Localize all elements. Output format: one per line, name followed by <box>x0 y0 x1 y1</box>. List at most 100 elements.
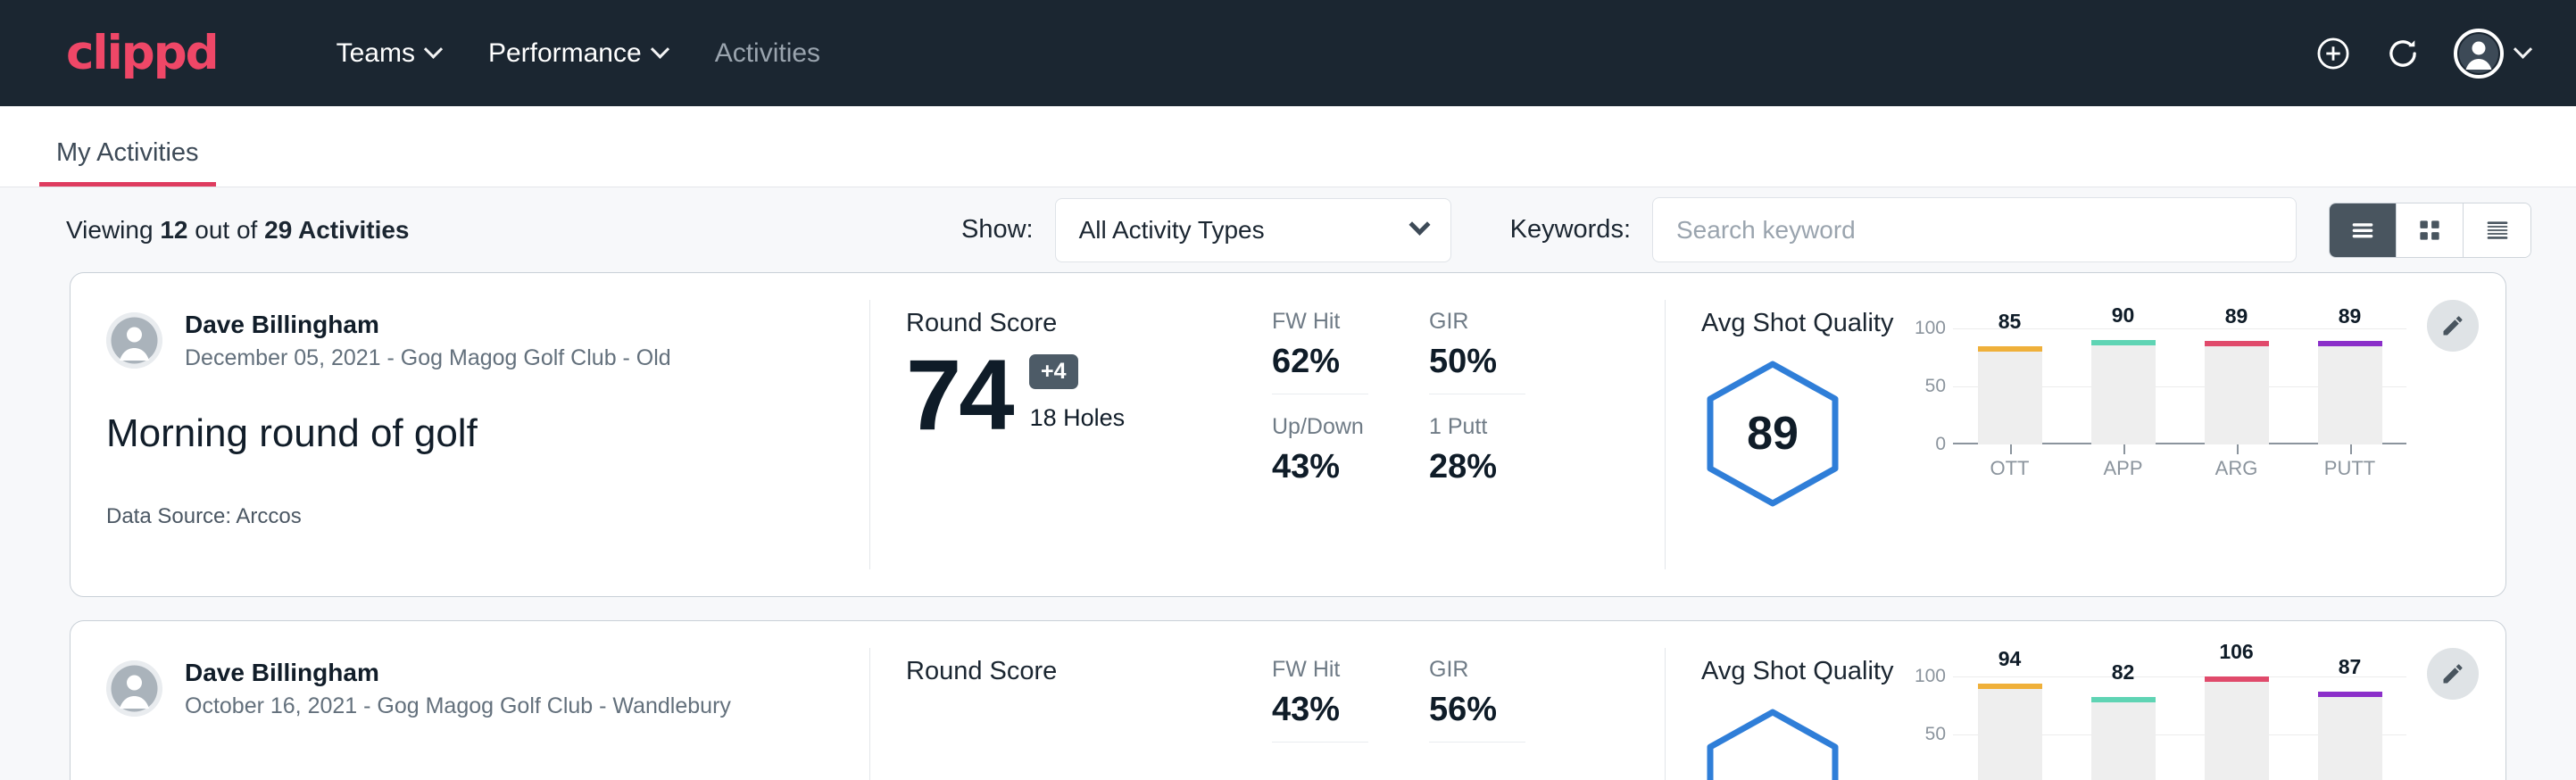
edit-activity-button[interactable] <box>2427 300 2479 352</box>
round-score-section: Round Score <box>870 621 1254 780</box>
round-score-heading: Round Score <box>906 657 1254 686</box>
tab-my-activities-label: My Activities <box>56 138 199 167</box>
round-score-value: 74 <box>906 349 1012 441</box>
y-tick-50: 50 <box>1907 376 1946 397</box>
viewing-prefix: Viewing <box>66 216 154 244</box>
bar-value-putt: 87 <box>2318 655 2382 679</box>
bar-column-arg: 89 <box>2205 328 2269 444</box>
stat-gir: GIR 56% <box>1429 657 1525 743</box>
score-differential-badge: +4 <box>1029 354 1078 389</box>
nav-item-performance[interactable]: Performance <box>464 38 691 69</box>
bar-value-arg: 106 <box>2205 640 2269 664</box>
plus-circle-icon <box>2314 35 2352 72</box>
x-label-ott: OTT <box>1978 457 2042 480</box>
holes-played: 18 Holes <box>1030 404 1126 441</box>
activity-card-list: Dave Billingham December 05, 2021 - Gog … <box>0 272 2576 780</box>
stat-gir-value: 56% <box>1429 691 1525 729</box>
activity-meta: December 05, 2021 - Gog Magog Golf Club … <box>185 344 671 373</box>
keywords-label: Keywords: <box>1510 215 1631 245</box>
compact-list-view-button[interactable] <box>2464 203 2530 257</box>
avg-shot-quality-hexagon <box>1701 706 1844 780</box>
chart-plot-area: 100 50 0 94 82 <box>1907 676 2406 780</box>
y-tick-50: 50 <box>1907 724 1946 745</box>
x-tick-app <box>2123 444 2125 454</box>
x-tick-arg <box>2237 444 2239 454</box>
show-label: Show: <box>961 215 1034 245</box>
nav-item-performance-label: Performance <box>488 38 642 69</box>
activity-author: Dave Billingham December 05, 2021 - Gog … <box>106 309 869 373</box>
avg-shot-quality-heading: Avg Shot Quality <box>1701 657 1907 686</box>
clippd-logo[interactable]: clippd <box>66 29 218 77</box>
bar-value-app: 90 <box>2091 303 2156 328</box>
shot-quality-bar-chart: 100 50 0 85 90 <box>1907 309 2406 596</box>
stat-fw-hit: FW Hit 43% <box>1272 657 1368 743</box>
list-view-button[interactable] <box>2330 203 2397 257</box>
avg-shot-quality-hexagon: 89 <box>1701 358 1844 510</box>
x-tick-putt <box>2350 444 2352 454</box>
stat-up-down-value: 43% <box>1272 448 1368 486</box>
bar-column-putt: 87 <box>2318 676 2382 780</box>
y-tick-100: 100 <box>1907 318 1946 339</box>
activity-card[interactable]: Dave Billingham October 16, 2021 - Gog M… <box>70 620 2506 780</box>
bar-app <box>2091 340 2156 444</box>
round-stats-section: FW Hit 43% GIR 56% <box>1254 621 1665 780</box>
activity-type-select-value: All Activity Types <box>1079 216 1265 245</box>
avg-shot-quality-hex-wrap: Avg Shot Quality <box>1701 657 1907 780</box>
bar-value-putt: 89 <box>2318 304 2382 328</box>
x-label-arg: ARG <box>2205 457 2269 480</box>
bar-value-app: 82 <box>2091 660 2156 685</box>
x-label-putt: PUTT <box>2318 457 2382 480</box>
bar-column-app: 82 <box>2091 676 2156 780</box>
activity-type-select[interactable]: All Activity Types <box>1055 198 1451 262</box>
bar-value-ott: 85 <box>1978 310 2042 334</box>
nav-item-teams[interactable]: Teams <box>312 38 464 69</box>
stat-fw-hit-label: FW Hit <box>1272 657 1368 683</box>
user-menu-button[interactable] <box>2454 29 2530 79</box>
round-score-heading: Round Score <box>906 309 1254 338</box>
activity-data-source: Data Source: Arccos <box>106 504 869 529</box>
stat-fw-hit-label: FW Hit <box>1272 309 1368 335</box>
activity-card[interactable]: Dave Billingham December 05, 2021 - Gog … <box>70 272 2506 597</box>
activity-summary-column: Dave Billingham October 16, 2021 - Gog M… <box>71 621 869 780</box>
tab-strip: My Activities <box>0 106 2576 187</box>
chart-x-labels: OTT APP ARG PUTT <box>1907 457 2406 480</box>
nav-item-activities[interactable]: Activities <box>691 38 844 69</box>
stat-gir: GIR 50% <box>1429 309 1525 394</box>
chart-bars: 85 90 89 <box>1953 328 2406 444</box>
bar-app <box>2091 697 2156 780</box>
bar-putt <box>2318 341 2382 444</box>
stat-up-down: Up/Down 43% <box>1272 414 1368 499</box>
add-button[interactable] <box>2314 35 2352 72</box>
stat-fw-hit-value: 62% <box>1272 343 1368 381</box>
stat-one-putt-value: 28% <box>1429 448 1525 486</box>
view-mode-toggle-group <box>2329 203 2531 258</box>
player-name: Dave Billingham <box>185 657 731 688</box>
x-tick-ott <box>2010 444 2012 454</box>
activity-meta: October 16, 2021 - Gog Magog Golf Club -… <box>185 692 731 721</box>
activity-count-summary: Viewing 12 out of 29 Activities <box>66 216 410 245</box>
avg-shot-quality-value: 89 <box>1701 358 1844 510</box>
grid-view-button[interactable] <box>2397 203 2464 257</box>
tab-my-activities[interactable]: My Activities <box>39 138 216 187</box>
user-avatar-icon <box>106 312 162 369</box>
stat-gir-value: 50% <box>1429 343 1525 381</box>
nav-right-actions <box>2314 29 2530 79</box>
pencil-icon <box>2440 661 2465 686</box>
nav-item-teams-label: Teams <box>337 38 415 69</box>
top-navigation-bar: clippd Teams Performance Activities <box>0 0 2576 106</box>
bar-arg <box>2205 341 2269 444</box>
stat-one-putt-label: 1 Putt <box>1429 414 1525 440</box>
chevron-down-icon <box>651 40 669 59</box>
refresh-icon <box>2384 35 2422 72</box>
activity-author: Dave Billingham October 16, 2021 - Gog M… <box>106 657 869 721</box>
bar-column-putt: 89 <box>2318 328 2382 444</box>
compact-list-view-icon <box>2482 215 2513 245</box>
y-tick-100: 100 <box>1907 666 1946 687</box>
refresh-button[interactable] <box>2384 35 2422 72</box>
grid-view-icon <box>2414 215 2445 245</box>
search-input[interactable] <box>1652 197 2297 262</box>
stat-gir-label: GIR <box>1429 309 1525 335</box>
chart-bars: 94 82 106 <box>1953 676 2406 780</box>
chart-plot-area: 100 50 0 85 90 <box>1907 328 2406 444</box>
edit-activity-button[interactable] <box>2427 648 2479 700</box>
